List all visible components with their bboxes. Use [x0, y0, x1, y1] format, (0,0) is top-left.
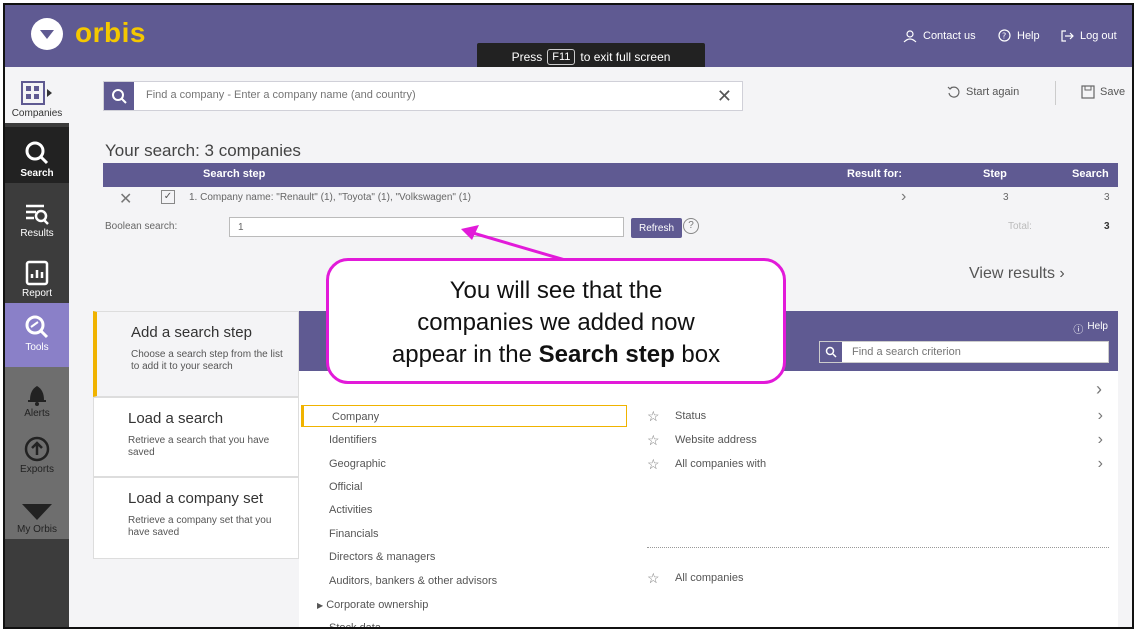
callout-emphasis: Search step [538, 341, 675, 368]
annotation-callout: You will see that the companies we added… [326, 258, 786, 384]
callout-line-3: appear in the Search step box [329, 339, 783, 371]
callout-line-1: You will see that the [449, 277, 663, 304]
callout-text: appear in the [391, 341, 532, 368]
app-window: orbis Contact us ? Help Log out Press F1… [3, 3, 1134, 629]
callout-line-2: companies we added now [417, 309, 695, 336]
callout-text: box [681, 341, 721, 368]
